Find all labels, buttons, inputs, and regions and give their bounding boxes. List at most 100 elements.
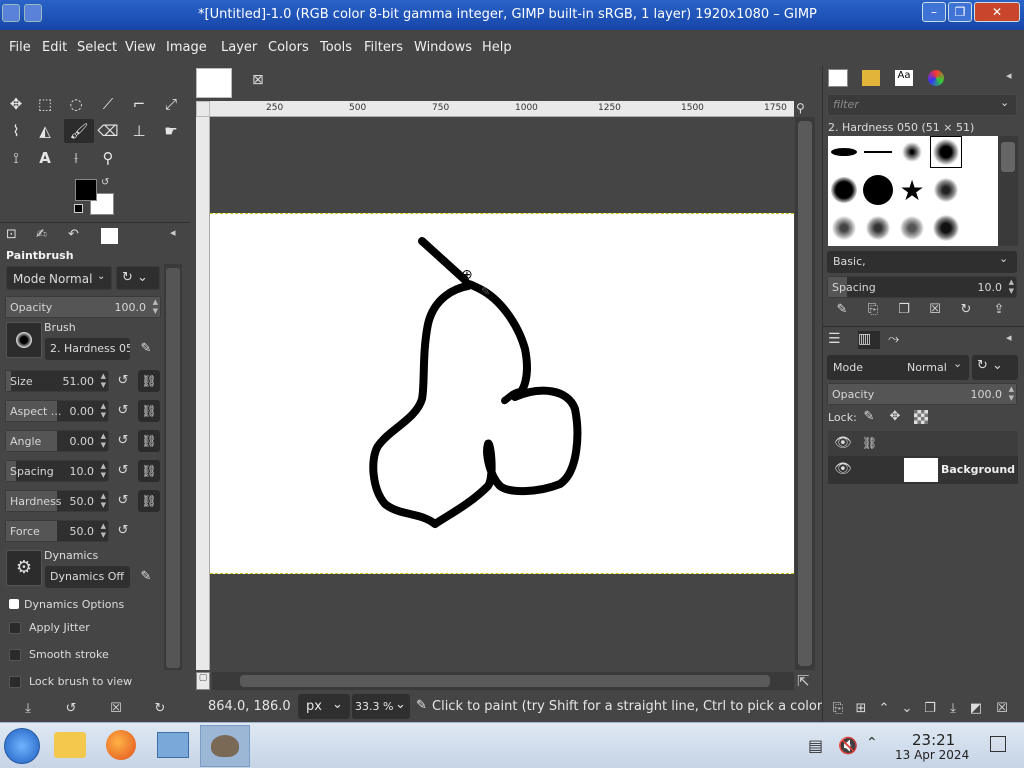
reset-spacing-icon[interactable]: ↺ [112, 460, 134, 482]
new-layer-group-icon[interactable]: ⊞ [852, 700, 870, 718]
lock-alpha-icon[interactable] [914, 410, 928, 424]
hardness-slider[interactable]: Hardness 50.0 ▲ ▼ [5, 490, 109, 512]
restore-tool-preset-icon[interactable]: ↺ [62, 700, 80, 718]
dock-menu-icon[interactable]: ◂ [1006, 69, 1012, 82]
brush-preview[interactable] [6, 322, 42, 358]
path-tool-icon[interactable]: ⟟ [4, 146, 28, 170]
chain-icon[interactable]: ⛓ [138, 430, 160, 452]
reset-force-icon[interactable]: ↺ [112, 520, 134, 542]
quick-mask-corner-icon[interactable] [196, 101, 210, 117]
open-brush-as-image-icon[interactable]: ⇪ [988, 299, 1010, 321]
new-brush-icon[interactable]: ⎘ [862, 299, 884, 321]
clipboard-icon[interactable]: ▤ [808, 736, 823, 755]
brush-swatch[interactable] [828, 136, 860, 168]
clock-date[interactable]: 13 Apr 2024 [895, 748, 969, 762]
tool-options-tab-icon[interactable]: ⊡ [6, 227, 26, 245]
brush-swatch[interactable]: ★ [896, 174, 928, 207]
layer-mode-dropdown[interactable]: Mode Normal ⌄ [827, 355, 969, 380]
menu-windows[interactable]: Windows [414, 40, 472, 55]
dock-menu-icon[interactable]: ◂ [170, 226, 176, 239]
tray-expand-icon[interactable]: ⌃ [866, 735, 878, 751]
eraser-tool-icon[interactable]: ⌫ [96, 119, 120, 143]
spin-icon[interactable]: ▲ ▼ [101, 492, 106, 510]
gimp-taskbar-button[interactable] [200, 725, 250, 767]
angle-slider[interactable]: Angle 0.00 ▲ ▼ [5, 430, 109, 452]
transform-tool-icon[interactable]: ⤢ [159, 92, 183, 116]
size-slider[interactable]: Size 51.00 ▲ ▼ [5, 370, 109, 392]
chain-icon[interactable]: ⛓ [138, 490, 160, 512]
aspect-slider[interactable]: Aspect ... 0.00 ▲ ▼ [5, 400, 109, 422]
clock-time[interactable]: 23:21 [912, 731, 955, 749]
expander-icon[interactable] [9, 599, 19, 609]
delete-layer-icon[interactable]: ☒ [993, 700, 1011, 718]
reset-tool-options-icon[interactable]: ↻ [151, 700, 169, 718]
brush-swatch[interactable] [862, 174, 894, 206]
text-tool-icon[interactable]: A [33, 146, 57, 170]
reset-angle-icon[interactable]: ↺ [112, 430, 134, 452]
menu-edit[interactable]: Edit [42, 40, 67, 55]
brush-swatch[interactable] [930, 212, 962, 244]
layers-tab-icon[interactable]: ☰ [828, 331, 850, 349]
dock-menu-icon[interactable]: ◂ [1006, 331, 1012, 344]
spin-icon[interactable]: ▲ ▼ [153, 298, 158, 316]
spin-icon[interactable]: ▲ ▼ [101, 372, 106, 390]
navigation-icon[interactable]: ⇱ [797, 672, 810, 690]
fonts-tab-icon[interactable]: Aa [895, 70, 913, 86]
zoom-dropdown[interactable]: 33.3 % ⌄ [352, 694, 410, 719]
window-menu-icon[interactable] [24, 4, 42, 22]
undo-history-tab-icon[interactable]: ↶ [68, 227, 88, 245]
raise-layer-icon[interactable]: ⌃ [875, 700, 893, 718]
lasso-tool-icon[interactable]: ◌ [64, 92, 88, 116]
tool-options-scrollbar[interactable] [164, 264, 182, 670]
paintbrush-tool-icon[interactable]: 🖌 [64, 119, 94, 143]
brush-grid-scrollbar[interactable] [998, 136, 1018, 246]
edit-brush-icon[interactable]: ✎ [135, 338, 157, 360]
mode-reset-button[interactable]: ↻ ⌄ [116, 266, 160, 290]
app-icon[interactable] [2, 4, 20, 22]
apply-jitter-checkbox[interactable] [9, 622, 21, 634]
force-slider[interactable]: Force 50.0 ▲ ▼ [5, 520, 109, 542]
spacing-slider[interactable]: Spacing 10.0 ▲ ▼ [5, 460, 109, 482]
mask-layer-icon[interactable]: ◩ [967, 700, 985, 718]
menu-file[interactable]: File [9, 40, 31, 55]
firefox-icon[interactable] [106, 730, 136, 760]
brush-swatch[interactable] [896, 212, 928, 244]
gradients-tab-icon[interactable] [928, 70, 944, 86]
lock-position-icon[interactable]: ✥ [884, 406, 906, 428]
spin-icon[interactable]: ▲ ▼ [101, 462, 106, 480]
brushes-tab-icon[interactable] [828, 69, 848, 87]
zoom-follow-icon[interactable]: ⚲ [796, 101, 812, 117]
brush-swatch[interactable] [828, 212, 860, 244]
horizontal-scrollbar[interactable] [212, 672, 794, 690]
spin-icon[interactable]: ▲ ▼ [1009, 278, 1014, 296]
brush-spacing-slider[interactable]: Spacing 10.0 ▲ ▼ [827, 276, 1017, 298]
reset-hardness-icon[interactable]: ↺ [112, 490, 134, 512]
dynamics-preview-icon[interactable]: ⚙ [6, 550, 42, 586]
device-status-tab-icon[interactable]: ✍ [36, 227, 56, 245]
eye-icon[interactable]: 👁 [834, 461, 852, 477]
spin-icon[interactable]: ▲ ▼ [101, 432, 106, 450]
unit-dropdown[interactable]: px ⌄ [298, 694, 350, 719]
move-tool-icon[interactable]: ✥ [4, 92, 28, 116]
close-button[interactable]: ✕ [974, 2, 1020, 22]
smooth-stroke-checkbox[interactable] [9, 649, 21, 661]
minimize-button[interactable]: – [922, 2, 946, 22]
delete-tool-preset-icon[interactable]: ☒ [107, 700, 125, 718]
maximize-button[interactable]: ❐ [948, 2, 972, 22]
menu-select[interactable]: Select [77, 40, 117, 55]
refresh-brushes-icon[interactable]: ↻ [955, 299, 977, 321]
edit-dynamics-icon[interactable]: ✎ [135, 566, 157, 588]
chain-icon[interactable]: ⛓ [138, 370, 160, 392]
navigate-corner-icon[interactable]: ▢ [196, 672, 210, 690]
control-panel-icon[interactable] [157, 732, 189, 758]
lock-brush-checkbox[interactable] [9, 676, 21, 688]
brush-swatch[interactable] [896, 136, 928, 168]
speaker-muted-icon[interactable]: 🔇 [838, 736, 858, 755]
image-tab-thumbnail[interactable] [196, 68, 232, 98]
zoom-tool-icon[interactable]: ⚲ [96, 146, 120, 170]
crop-tool-icon[interactable]: ⌐ [127, 92, 151, 116]
patterns-tab-icon[interactable] [862, 70, 880, 86]
brush-swatch-selected[interactable] [930, 136, 962, 168]
edit-brush-icon[interactable]: ✎ [831, 299, 853, 321]
lock-pixels-icon[interactable]: ✎ [858, 406, 880, 428]
